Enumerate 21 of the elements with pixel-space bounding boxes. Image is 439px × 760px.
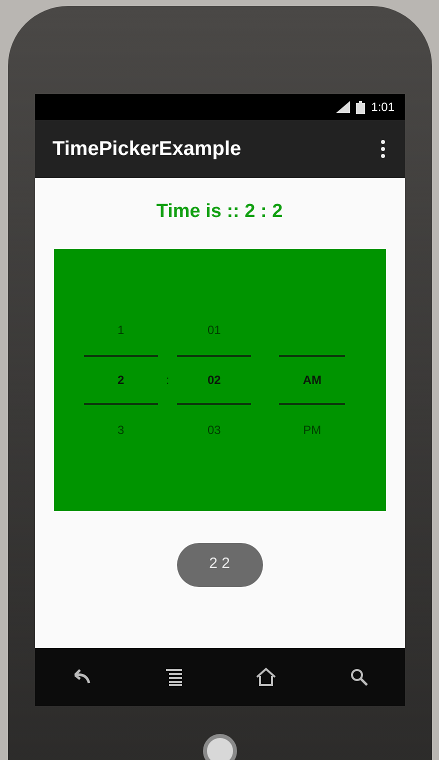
separator-text: : (166, 372, 170, 388)
signal-icon (336, 101, 350, 113)
picker-value[interactable]: 01 (207, 320, 221, 338)
home-icon[interactable] (255, 667, 277, 687)
picker-value[interactable]: AM (302, 370, 322, 388)
status-time: 1:01 (371, 99, 394, 116)
picker-value[interactable]: 03 (207, 420, 221, 438)
time-button[interactable]: 2 2 (176, 542, 262, 586)
search-icon[interactable] (350, 668, 368, 686)
more-options-icon[interactable] (380, 140, 384, 158)
picker-value[interactable]: PM (303, 420, 322, 438)
time-picker[interactable]: 1 2 3 : 01 02 03 AM PM (54, 248, 386, 510)
menu-icon[interactable] (166, 668, 182, 686)
picker-value[interactable]: 2 (117, 370, 124, 388)
app-title: TimePickerExample (52, 137, 242, 162)
picker-value[interactable]: 1 (117, 320, 124, 338)
battery-icon (356, 100, 366, 114)
hardware-home-button[interactable] (202, 734, 236, 760)
picker-value[interactable]: 3 (117, 420, 124, 438)
time-label: Time is :: 2 : 2 (156, 200, 283, 224)
picker-value[interactable]: 02 (207, 370, 221, 388)
